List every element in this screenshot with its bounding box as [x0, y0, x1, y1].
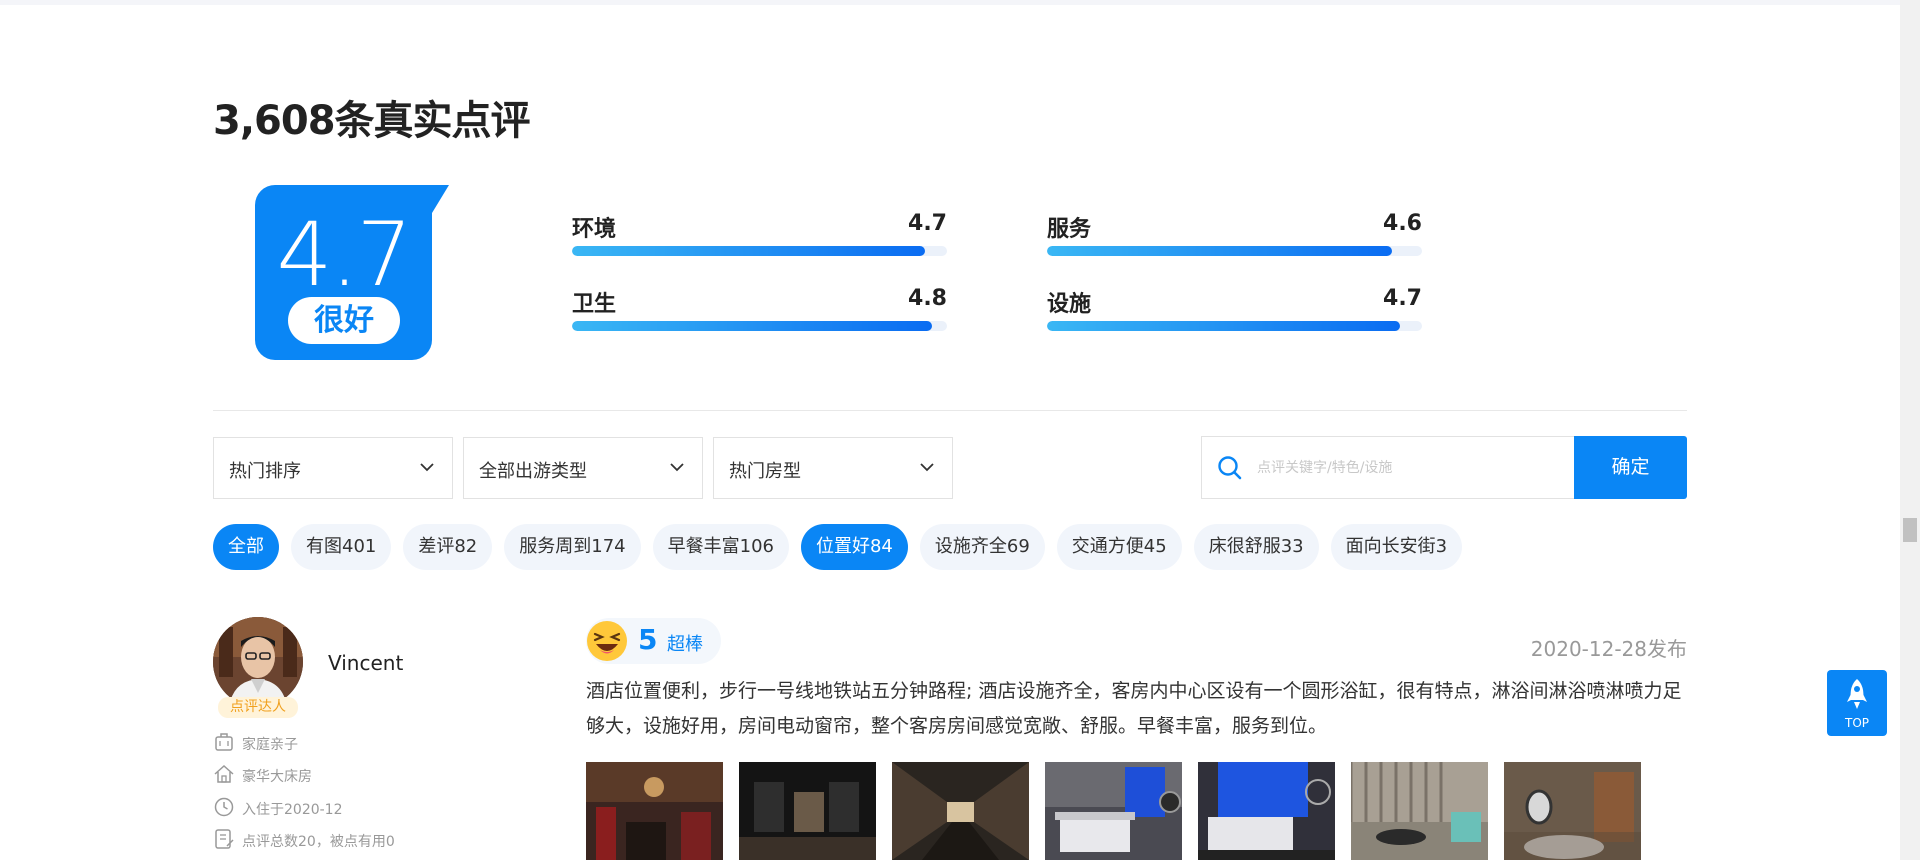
- laughing-face-icon: [587, 621, 627, 661]
- subscore-name: 设施: [1047, 292, 1092, 317]
- house-icon: [214, 764, 234, 783]
- subscore-bar-fill: [572, 321, 932, 331]
- subscore-value: 4.7: [908, 211, 947, 236]
- scrollbar-thumb[interactable]: [1903, 518, 1917, 542]
- subscore-bar: [1047, 321, 1422, 331]
- tag-all[interactable]: 全部: [213, 524, 279, 570]
- section-divider: [213, 410, 1687, 411]
- page-scrollbar[interactable]: [1900, 0, 1920, 860]
- tag-filter-list: 全部 有图401 差评82 服务周到174 早餐丰富106 位置好84 设施齐全69 交通方便…: [213, 524, 1474, 570]
- subscore-name: 卫生: [572, 292, 617, 317]
- subscore-bar-fill: [572, 246, 925, 256]
- rating-word: 超棒: [667, 634, 703, 655]
- overall-score: 4.7: [276, 203, 413, 306]
- review-count-title: 3,608条真实点评: [213, 98, 531, 144]
- note-edit-icon: [215, 829, 234, 849]
- tag-good-service[interactable]: 服务周到174: [504, 524, 641, 570]
- review-photo[interactable]: [1351, 762, 1488, 860]
- subscore-value: 4.6: [1383, 211, 1422, 236]
- rating-number: 5: [638, 623, 658, 656]
- subscore-value: 4.7: [1383, 286, 1422, 311]
- tag-complete-facilities[interactable]: 设施齐全69: [919, 524, 1045, 570]
- back-to-top-label: TOP: [1844, 716, 1869, 730]
- review-photo[interactable]: [892, 762, 1029, 860]
- luggage-icon: [215, 733, 233, 751]
- chevron-down-icon: [920, 463, 934, 472]
- tag-with-photos[interactable]: 有图401: [291, 524, 392, 570]
- reviewer-username[interactable]: Vincent: [328, 651, 403, 675]
- subscore-name: 环境: [572, 217, 617, 242]
- review-date: 2020-12-28发布: [1530, 637, 1687, 661]
- reviews-section: 3,608条真实点评 4.7 很好 环境 4.7 服务 4.6 卫生 4.8 设…: [213, 0, 1687, 860]
- sort-dropdown-label: 热门排序: [229, 461, 301, 482]
- review-photos: [586, 762, 1657, 860]
- review-photo[interactable]: [586, 762, 723, 860]
- travel-type-text: 家庭亲子: [242, 737, 298, 753]
- room-type-dropdown[interactable]: 热门房型: [713, 437, 953, 499]
- avatar[interactable]: [213, 617, 303, 707]
- review-photo[interactable]: [1045, 762, 1182, 860]
- review-search-box: [1201, 436, 1576, 499]
- stats-text: 点评总数20，被点有用0: [242, 834, 395, 850]
- sort-dropdown[interactable]: 热门排序: [213, 437, 453, 499]
- overall-score-card: 4.7 很好: [255, 185, 432, 360]
- avatar-photo: [213, 617, 303, 707]
- subscore-bar-fill: [1047, 321, 1400, 331]
- travel-type-dropdown-label: 全部出游类型: [479, 461, 587, 482]
- chevron-down-icon: [670, 463, 684, 472]
- search-input[interactable]: [1257, 455, 1557, 481]
- tag-facing-changan-street[interactable]: 面向长安街3: [1330, 524, 1463, 570]
- subscore-bar: [572, 321, 947, 331]
- back-to-top-button[interactable]: TOP: [1827, 670, 1887, 736]
- subscore-bar: [1047, 246, 1422, 256]
- tag-negative[interactable]: 差评82: [403, 524, 493, 570]
- subscore-bar-fill: [1047, 246, 1392, 256]
- subscore-value: 4.8: [908, 286, 947, 311]
- room-type-dropdown-label: 热门房型: [729, 461, 801, 482]
- tag-convenient-transport[interactable]: 交通方便45: [1056, 524, 1182, 570]
- clock-icon: [214, 797, 234, 817]
- subscore-name: 服务: [1047, 217, 1092, 242]
- room-text: 豪华大床房: [242, 769, 312, 785]
- chevron-down-icon: [420, 463, 434, 472]
- tag-comfortable-bed[interactable]: 床很舒服33: [1193, 524, 1319, 570]
- travel-type-dropdown[interactable]: 全部出游类型: [463, 437, 703, 499]
- subscore-bar: [572, 246, 947, 256]
- review-photo[interactable]: [739, 762, 876, 860]
- search-icon: [1218, 456, 1242, 480]
- search-confirm-button[interactable]: 确定: [1574, 436, 1687, 499]
- review-rating: 5 超棒: [586, 618, 721, 664]
- score-card-corner: [432, 185, 449, 213]
- review-text: 酒店位置便利，步行一号线地铁站五分钟路程; 酒店设施齐全，客房内中心区设有一个圆…: [586, 680, 1682, 737]
- review-photo[interactable]: [1198, 762, 1335, 860]
- tag-good-location[interactable]: 位置好84: [800, 524, 908, 570]
- tag-rich-breakfast[interactable]: 早餐丰富106: [652, 524, 789, 570]
- reviewer-badge: 点评达人: [218, 697, 298, 718]
- review-photo[interactable]: [1504, 762, 1641, 860]
- overall-score-label: 很好: [288, 297, 400, 344]
- checkin-text: 入住于2020-12: [242, 802, 343, 818]
- rocket-icon: [1847, 679, 1867, 709]
